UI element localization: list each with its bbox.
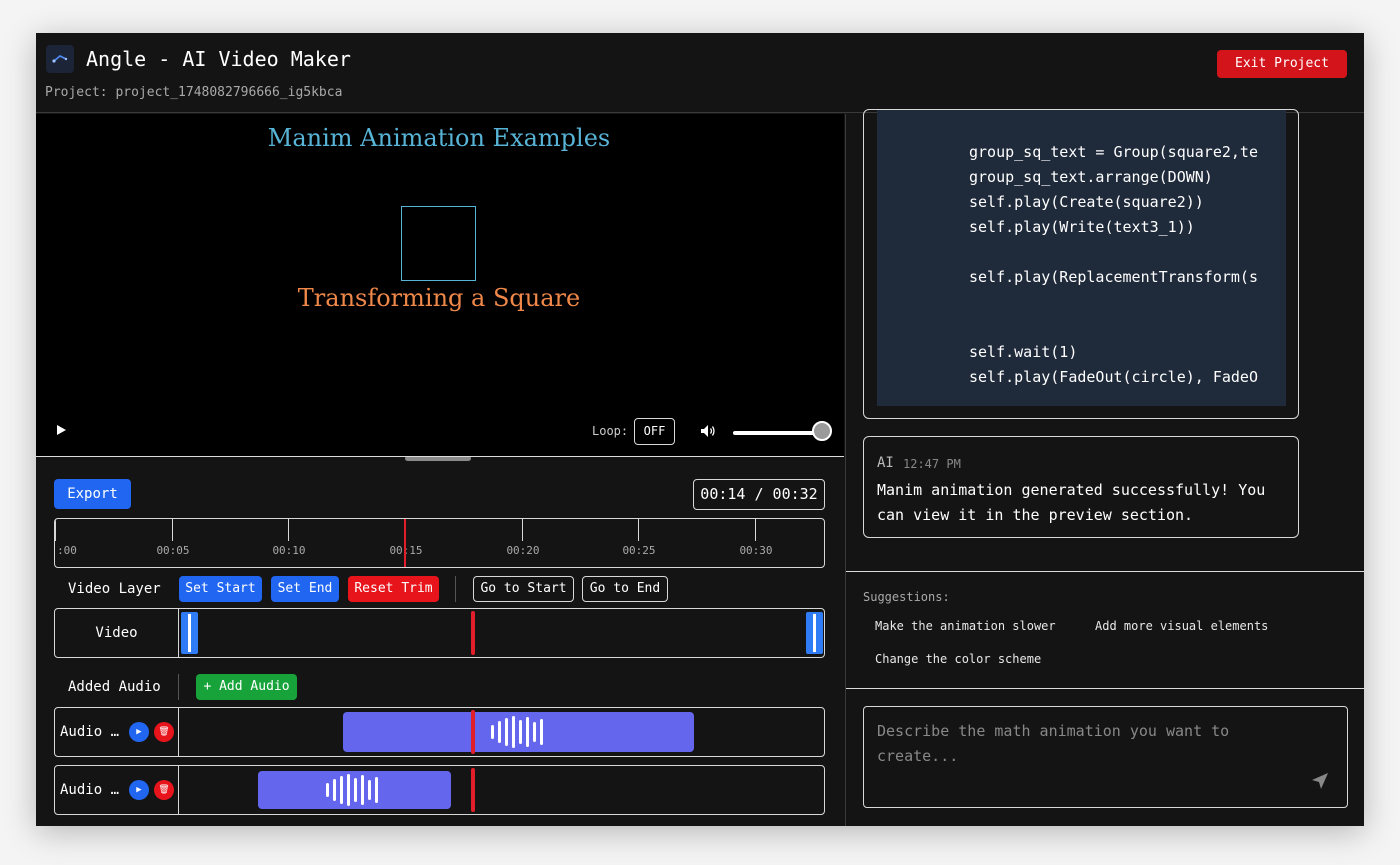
ruler-tick — [522, 519, 523, 541]
ruler-tick — [755, 519, 756, 541]
exit-project-button[interactable]: Exit Project — [1217, 50, 1347, 78]
video-track[interactable]: Video — [54, 608, 825, 658]
suggestion-chip[interactable]: Add more visual elements — [1095, 619, 1268, 633]
divider — [846, 688, 1364, 689]
go-to-start-button[interactable]: Go to Start — [473, 576, 574, 602]
timeline-panel: Export 00:14 / 00:32 :00 00:05 00:10 00:… — [36, 456, 844, 826]
scene-caption: Transforming a Square — [297, 284, 581, 312]
code-message: group_sq_text = Group(square2,te group_s… — [863, 109, 1299, 419]
waveform — [491, 716, 543, 748]
code-block[interactable]: group_sq_text = Group(square2,te group_s… — [877, 110, 1286, 406]
project-name: Project: project_1748082796666_ig5kbca — [45, 85, 343, 100]
video-track-label: Video — [55, 609, 179, 657]
ai-message: AI 12:47 PM Manim animation generated su… — [863, 436, 1299, 538]
ruler-tick-label: :00 — [57, 544, 77, 557]
video-preview: Manim Animation Examples Transforming a … — [36, 114, 844, 456]
ruler-tick-label: 00:20 — [506, 544, 540, 557]
add-audio-button[interactable]: + Add Audio — [196, 674, 297, 700]
loop-toggle[interactable]: OFF — [634, 418, 675, 445]
play-icon[interactable] — [54, 423, 68, 437]
audio-track-playhead — [471, 768, 475, 812]
loop-label: Loop: — [592, 424, 629, 438]
set-start-button[interactable]: Set Start — [179, 576, 262, 602]
ruler-tick — [172, 519, 173, 541]
audio-track[interactable]: Audio … ▶ 🗑 — [54, 707, 825, 757]
volume-icon[interactable] — [700, 424, 716, 438]
message-text: Manim animation generated successfully! … — [877, 481, 1266, 524]
audio-clip[interactable] — [343, 712, 694, 752]
toolbar-divider — [178, 674, 179, 700]
trim-start-handle[interactable] — [181, 612, 198, 654]
audio-track[interactable]: Audio … ▶ 🗑 — [54, 765, 825, 815]
divider — [846, 571, 1364, 572]
logo-icon — [46, 45, 74, 73]
suggestion-chip[interactable]: Make the animation slower — [875, 619, 1056, 633]
chat-panel: group_sq_text = Group(square2,te group_s… — [845, 109, 1364, 826]
trash-icon[interactable]: 🗑 — [154, 722, 174, 742]
volume-slider-thumb[interactable] — [812, 421, 832, 441]
code-line: self.wait(1) — [969, 343, 1078, 361]
audio-track-playhead — [471, 710, 475, 754]
set-end-button[interactable]: Set End — [271, 576, 339, 602]
code-line: self.play(ReplacementTransform(s — [969, 268, 1258, 286]
trash-icon[interactable]: 🗑 — [154, 780, 174, 800]
ruler-tick — [55, 519, 56, 541]
scene-title: Manim Animation Examples — [267, 124, 611, 152]
ruler-tick — [638, 519, 639, 541]
app-window: Angle - AI Video Maker Project: project_… — [36, 33, 1364, 826]
app-title: Angle - AI Video Maker — [86, 47, 351, 71]
play-audio-icon[interactable]: ▶ — [129, 722, 149, 742]
code-line: self.play(Write(text3_1)) — [969, 218, 1195, 236]
go-to-end-button[interactable]: Go to End — [582, 576, 668, 602]
suggestions-label: Suggestions: — [863, 590, 950, 604]
suggestion-chip[interactable]: Change the color scheme — [875, 652, 1041, 666]
volume-slider[interactable] — [733, 431, 821, 435]
ruler-tick — [288, 519, 289, 541]
code-line: self.play(FadeOut(circle), FadeO — [969, 368, 1258, 386]
play-audio-icon[interactable]: ▶ — [129, 780, 149, 800]
ruler-tick-label: 00:10 — [272, 544, 306, 557]
scene-square — [401, 206, 476, 281]
ruler-tick-label: 00:25 — [622, 544, 656, 557]
ruler-tick-label: 00:15 — [389, 544, 423, 557]
prompt-placeholder: Describe the math animation you want to … — [877, 722, 1230, 765]
ruler-tick-label: 00:05 — [156, 544, 190, 557]
time-display: 00:14 / 00:32 — [693, 479, 825, 510]
code-line: self.play(Create(square2)) — [969, 193, 1204, 211]
reset-trim-button[interactable]: Reset Trim — [348, 576, 439, 602]
code-line: group_sq_text = Group(square2,te — [969, 143, 1258, 161]
waveform — [326, 774, 378, 806]
added-audio-label: Added Audio — [68, 679, 161, 695]
video-layer-label: Video Layer — [68, 581, 161, 597]
code-line: group_sq_text.arrange(DOWN) — [969, 168, 1213, 186]
toolbar-divider — [455, 576, 456, 602]
audio-clip[interactable] — [258, 771, 451, 809]
export-button[interactable]: Export — [54, 479, 131, 509]
timeline-ruler[interactable]: :00 00:05 00:10 00:15 00:20 00:25 00:30 — [54, 518, 825, 568]
app-header: Angle - AI Video Maker Project: project_… — [36, 33, 1364, 113]
send-icon[interactable] — [1311, 772, 1329, 790]
ruler-tick-label: 00:30 — [739, 544, 773, 557]
prompt-input[interactable]: Describe the math animation you want to … — [863, 706, 1348, 808]
message-time: 12:47 PM — [903, 457, 961, 471]
video-track-playhead — [471, 611, 475, 655]
message-author: AI — [877, 455, 894, 471]
trim-end-handle[interactable] — [806, 612, 823, 654]
ruler-playhead[interactable] — [404, 519, 406, 567]
